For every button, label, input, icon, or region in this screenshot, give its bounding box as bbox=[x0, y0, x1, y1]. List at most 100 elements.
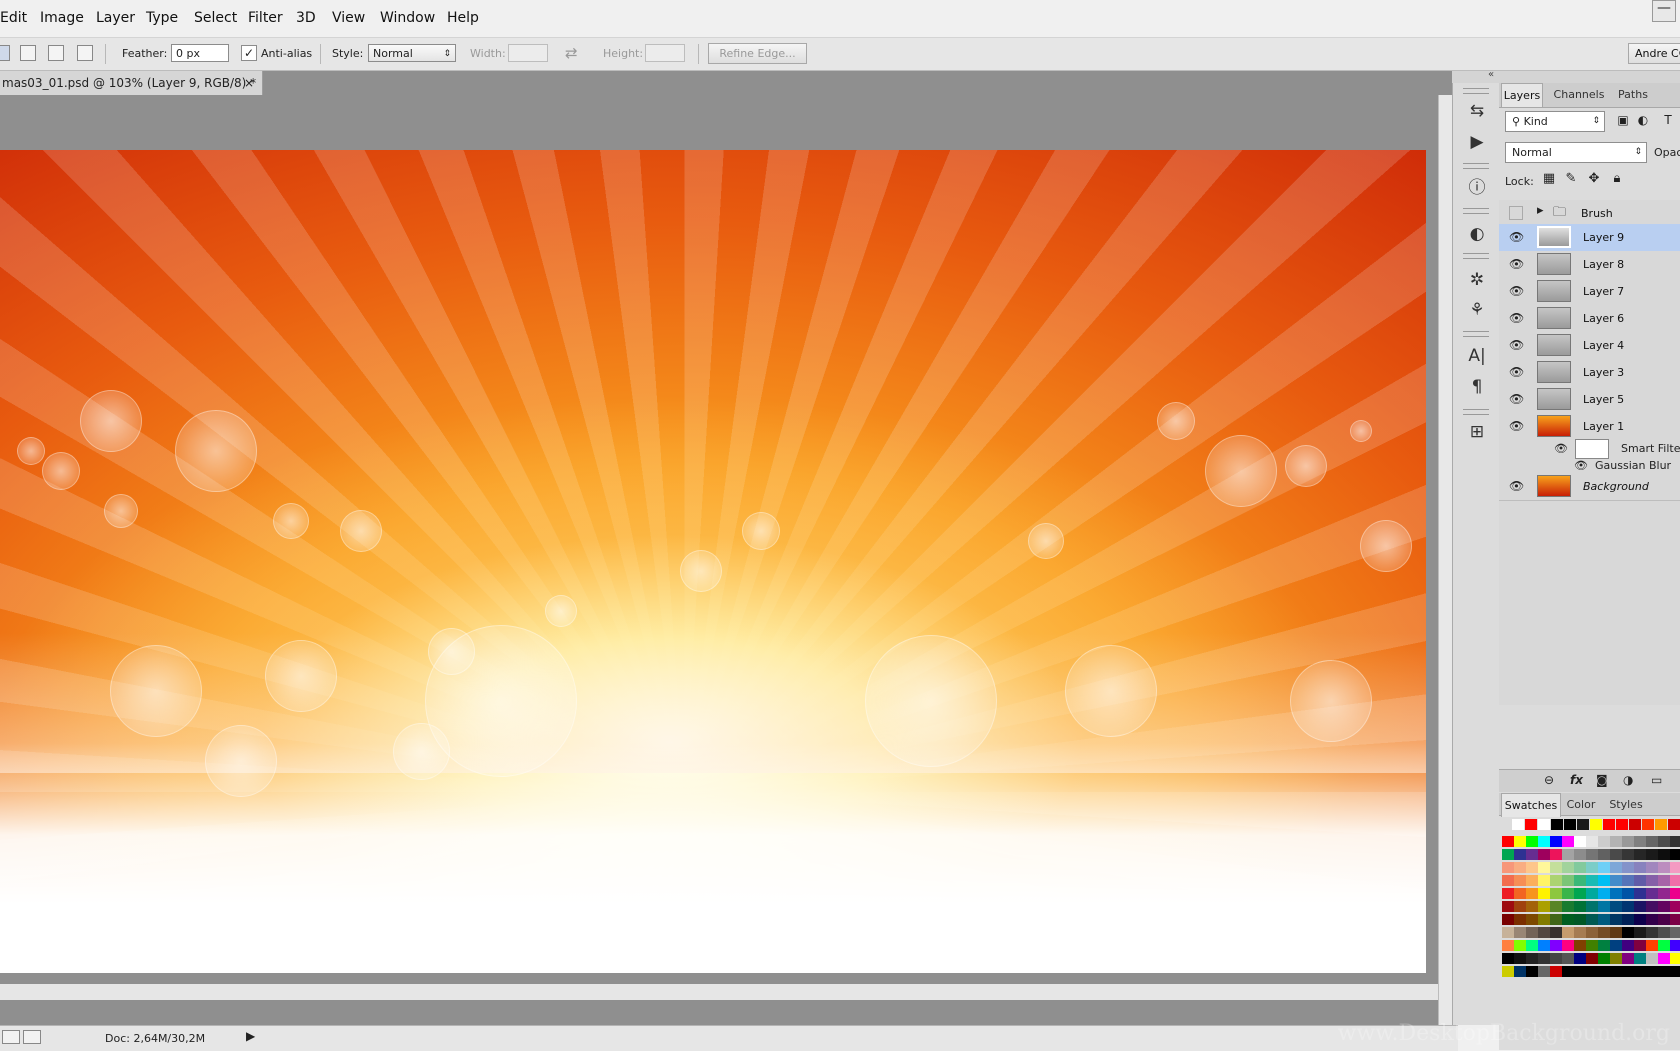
menu-select[interactable]: Select bbox=[194, 10, 237, 26]
swatch[interactable] bbox=[1603, 819, 1615, 830]
swatch[interactable] bbox=[1574, 875, 1586, 886]
swatch[interactable] bbox=[1610, 888, 1622, 899]
swatch[interactable] bbox=[1502, 914, 1514, 925]
new-selection-icon[interactable] bbox=[0, 45, 10, 61]
brush-presets-icon[interactable]: ⚘ bbox=[1466, 299, 1488, 321]
swatch[interactable] bbox=[1646, 966, 1658, 977]
swatch[interactable] bbox=[1586, 875, 1598, 886]
swatch[interactable] bbox=[1590, 819, 1602, 830]
swatch[interactable] bbox=[1586, 836, 1598, 847]
visibility-eye-icon[interactable]: 👁︎ bbox=[1509, 257, 1524, 271]
swatch[interactable] bbox=[1610, 849, 1622, 860]
swatch[interactable] bbox=[1514, 836, 1526, 847]
grip-handle[interactable] bbox=[1463, 208, 1489, 214]
swatch[interactable] bbox=[1538, 862, 1550, 873]
visibility-eye-icon[interactable]: 👁︎ bbox=[1509, 311, 1524, 325]
swatch[interactable] bbox=[1670, 849, 1680, 860]
swatch[interactable] bbox=[1538, 875, 1550, 886]
swatch[interactable] bbox=[1514, 940, 1526, 951]
swatch[interactable] bbox=[1598, 849, 1610, 860]
menu-window[interactable]: Window bbox=[380, 10, 435, 26]
swatch[interactable] bbox=[1514, 966, 1526, 977]
lock-all-icon[interactable]: 🔒︎ bbox=[1609, 171, 1625, 187]
menu-help[interactable]: Help bbox=[447, 10, 479, 26]
swatch[interactable] bbox=[1574, 849, 1586, 860]
collapse-icon[interactable]: « bbox=[1488, 69, 1494, 80]
swatch[interactable] bbox=[1586, 927, 1598, 938]
swatch[interactable] bbox=[1586, 901, 1598, 912]
menu-edit[interactable]: Edit bbox=[0, 10, 27, 26]
swatch[interactable] bbox=[1598, 888, 1610, 899]
swatch[interactable] bbox=[1526, 940, 1538, 951]
swatch[interactable] bbox=[1562, 966, 1574, 977]
swatch[interactable] bbox=[1526, 914, 1538, 925]
swatch[interactable] bbox=[1622, 862, 1634, 873]
swatch[interactable] bbox=[1610, 875, 1622, 886]
menu-type[interactable]: Type bbox=[146, 10, 178, 26]
smart-filter-eye-icon[interactable]: 👁︎ bbox=[1554, 442, 1568, 455]
swatch[interactable] bbox=[1598, 927, 1610, 938]
swatch[interactable] bbox=[1670, 940, 1680, 951]
tool-presets-icon[interactable]: ⊞ bbox=[1466, 421, 1488, 443]
swatch[interactable] bbox=[1562, 862, 1574, 873]
layer-row[interactable]: ▸ 🗀︎ Brush bbox=[1499, 200, 1680, 225]
swatch[interactable] bbox=[1586, 862, 1598, 873]
swatch[interactable] bbox=[1538, 849, 1550, 860]
visibility-eye-icon[interactable]: 👁︎ bbox=[1509, 230, 1524, 244]
character-icon[interactable]: A| bbox=[1466, 345, 1488, 367]
swatch[interactable] bbox=[1574, 966, 1586, 977]
kind-filter-select[interactable]: ⚲ Kind ⇕ bbox=[1505, 111, 1605, 132]
swatch[interactable] bbox=[1634, 862, 1646, 873]
swatch[interactable] bbox=[1634, 836, 1646, 847]
swatch[interactable] bbox=[1550, 966, 1562, 977]
menu-view[interactable]: View bbox=[332, 10, 365, 26]
grip-handle[interactable] bbox=[1463, 409, 1489, 415]
swatch[interactable] bbox=[1574, 862, 1586, 873]
swatch[interactable] bbox=[1634, 849, 1646, 860]
zoom-icon[interactable] bbox=[2, 1030, 20, 1044]
adjustment-layer-icon[interactable]: ◑ bbox=[1623, 773, 1633, 787]
swatch[interactable] bbox=[1551, 819, 1563, 830]
swatch[interactable] bbox=[1598, 966, 1610, 977]
swatch[interactable] bbox=[1646, 849, 1658, 860]
swatch[interactable] bbox=[1598, 953, 1610, 964]
swatch[interactable] bbox=[1658, 901, 1670, 912]
menu-image[interactable]: Image bbox=[40, 10, 84, 26]
swatch[interactable] bbox=[1502, 901, 1514, 912]
swatch[interactable] bbox=[1526, 966, 1538, 977]
swatch[interactable] bbox=[1646, 901, 1658, 912]
swatch[interactable] bbox=[1610, 836, 1622, 847]
swatch[interactable] bbox=[1574, 836, 1586, 847]
swatch[interactable] bbox=[1562, 953, 1574, 964]
swatch[interactable] bbox=[1658, 849, 1670, 860]
swatch[interactable] bbox=[1658, 836, 1670, 847]
horizontal-scrollbar[interactable] bbox=[0, 984, 1438, 1000]
swatch[interactable] bbox=[1525, 819, 1537, 830]
swatch[interactable] bbox=[1574, 888, 1586, 899]
blend-mode-select[interactable]: Normal ⇕ bbox=[1505, 142, 1647, 163]
swatch[interactable] bbox=[1670, 862, 1680, 873]
swatch[interactable] bbox=[1668, 819, 1680, 830]
swatch[interactable] bbox=[1634, 953, 1646, 964]
swatch[interactable] bbox=[1562, 888, 1574, 899]
swatch[interactable] bbox=[1526, 927, 1538, 938]
tab-swatches[interactable]: Swatches bbox=[1501, 793, 1561, 817]
swatch[interactable] bbox=[1538, 953, 1550, 964]
swatch[interactable] bbox=[1646, 862, 1658, 873]
swatch[interactable] bbox=[1598, 836, 1610, 847]
swatch[interactable] bbox=[1622, 927, 1634, 938]
menu-3d[interactable]: 3D bbox=[296, 10, 316, 26]
swatch[interactable] bbox=[1538, 901, 1550, 912]
add-mask-icon[interactable]: ◙ bbox=[1596, 773, 1608, 787]
swatch[interactable] bbox=[1646, 927, 1658, 938]
swatch[interactable] bbox=[1526, 862, 1538, 873]
swatch[interactable] bbox=[1550, 914, 1562, 925]
antialias-checkbox[interactable]: ✓ bbox=[241, 45, 257, 61]
status-menu-arrow-icon[interactable]: ▶ bbox=[246, 1029, 255, 1043]
swatch[interactable] bbox=[1622, 875, 1634, 886]
tab-styles[interactable]: Styles bbox=[1605, 793, 1647, 817]
swatch[interactable] bbox=[1658, 966, 1670, 977]
swatch[interactable] bbox=[1550, 875, 1562, 886]
swatch[interactable] bbox=[1526, 849, 1538, 860]
swatch[interactable] bbox=[1538, 819, 1550, 830]
